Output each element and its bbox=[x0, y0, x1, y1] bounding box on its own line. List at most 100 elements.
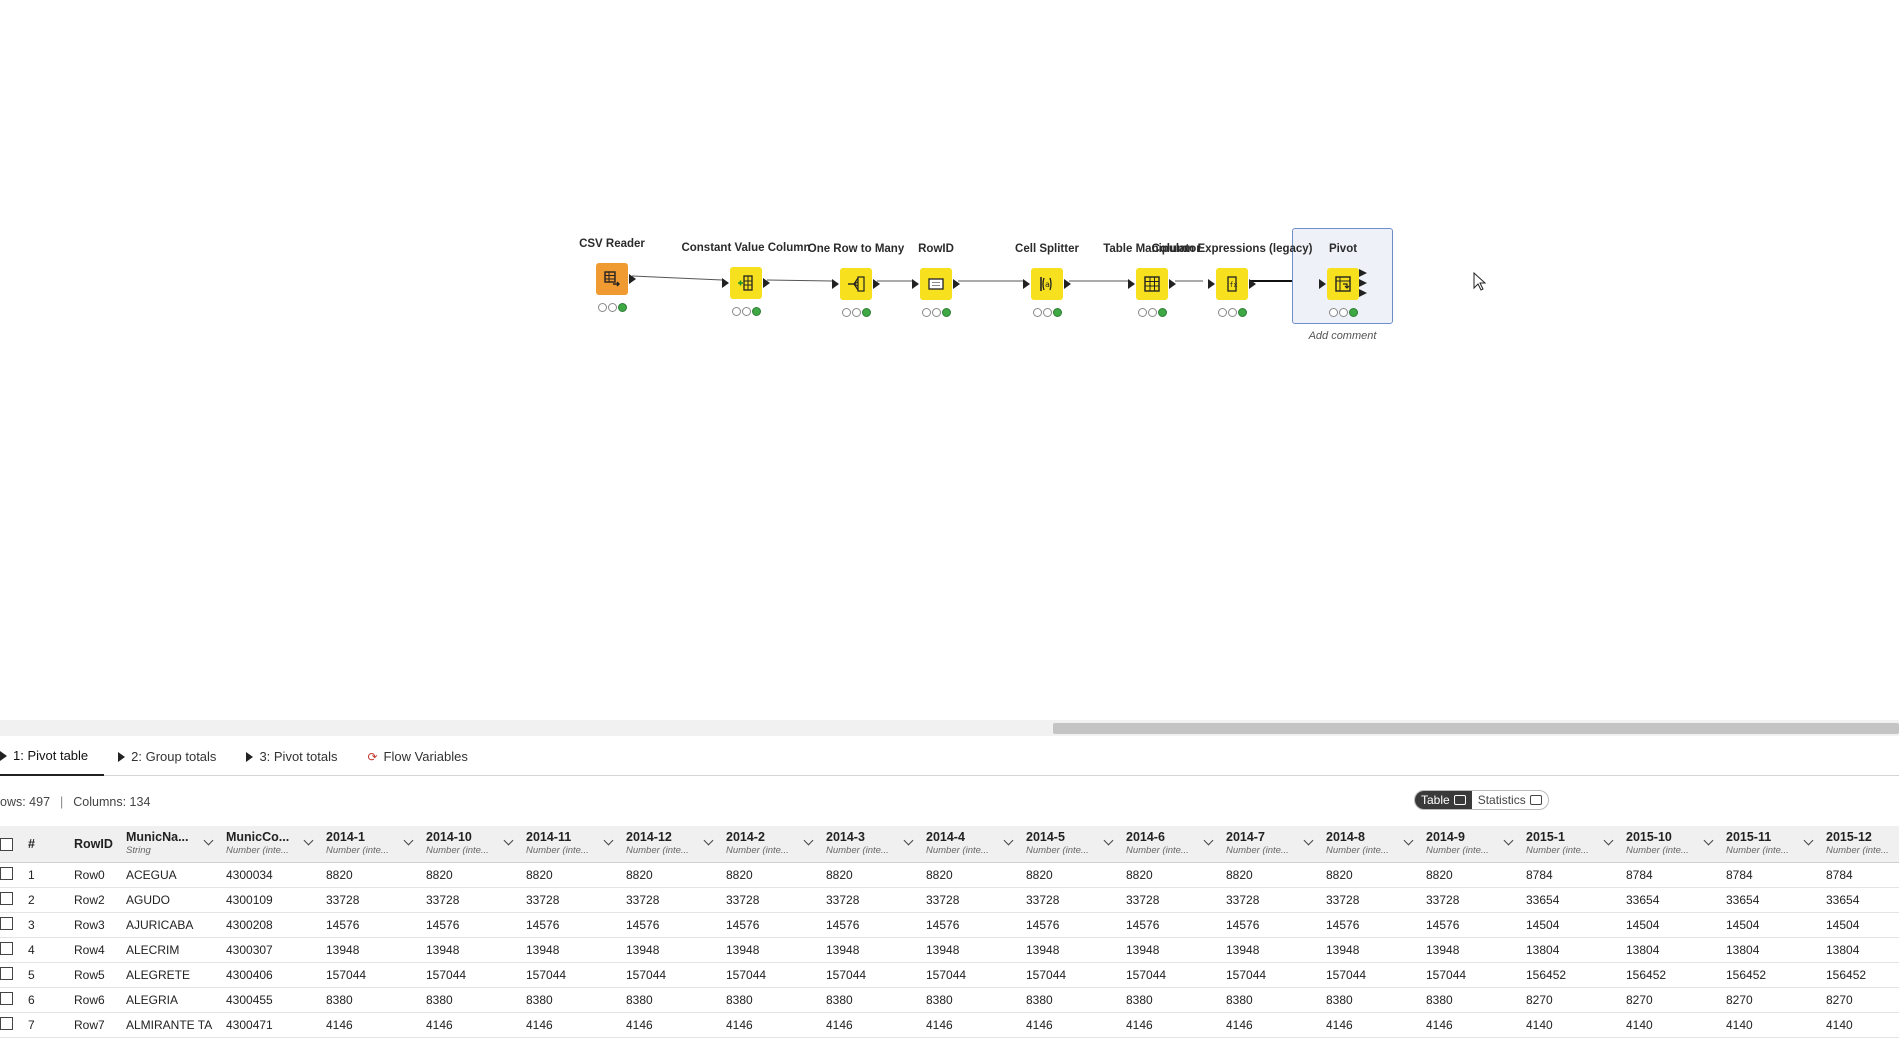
column-header[interactable]: RowID bbox=[68, 826, 120, 862]
tab-pivot-table[interactable]: 1: Pivot table bbox=[0, 738, 105, 776]
table-body: 1 Row0 ACEGUA 4300034 8820 8820 8820 8820 8820 88… bbox=[0, 863, 1899, 1038]
table-cell: 4300307 bbox=[226, 943, 273, 957]
column-header[interactable]: MunicNa... String bbox=[120, 826, 220, 862]
table-row[interactable]: 6 Row6 ALEGRIA 4300455 8380 8380 8380 8380 8380 8… bbox=[0, 988, 1899, 1013]
toggle-statistics[interactable]: Statistics bbox=[1472, 791, 1548, 809]
column-header[interactable]: 2014-5 Number (inte... bbox=[1020, 826, 1120, 862]
column-header[interactable]: 2015-1 Number (inte... bbox=[1520, 826, 1620, 862]
table-cell: Row6 bbox=[74, 993, 105, 1007]
row-checkbox[interactable] bbox=[0, 892, 22, 908]
column-header[interactable]: 2014-8 Number (inte... bbox=[1320, 826, 1420, 862]
cell-splitter-icon[interactable]: a bbox=[1031, 268, 1063, 300]
table-cell: 4146 bbox=[626, 1018, 653, 1032]
table-cell: 13804 bbox=[1626, 943, 1660, 957]
table-cell: 8380 bbox=[1126, 993, 1153, 1007]
connection-1[interactable] bbox=[631, 275, 723, 281]
table-row[interactable]: 2 Row2 AGUDO 4300109 33728 33728 33728 33728 337… bbox=[0, 888, 1899, 913]
column-type: Number (inte... bbox=[1726, 845, 1789, 856]
rowid-icon[interactable] bbox=[920, 268, 952, 300]
select-all-checkbox[interactable] bbox=[0, 826, 22, 862]
input-port[interactable] bbox=[912, 279, 919, 289]
output-port[interactable] bbox=[763, 278, 770, 288]
column-header[interactable]: 2014-11 Number (inte... bbox=[520, 826, 620, 862]
table-row[interactable]: 5 Row5 ALEGRETE 4300406 157044 157044 157044 15… bbox=[0, 963, 1899, 988]
row-checkbox[interactable] bbox=[0, 917, 22, 933]
toggle-table[interactable]: Table bbox=[1415, 791, 1472, 809]
table-cell: 4140 bbox=[1726, 1018, 1753, 1032]
output-port[interactable] bbox=[953, 279, 960, 289]
connection-2[interactable] bbox=[766, 279, 833, 282]
table-cell: 8820 bbox=[626, 868, 653, 882]
column-expressions-icon[interactable]: fx bbox=[1216, 268, 1248, 300]
window-icon bbox=[1453, 795, 1466, 805]
output-port[interactable] bbox=[873, 279, 880, 289]
table-row[interactable]: 1 Row0 ACEGUA 4300034 8820 8820 8820 8820 8820 88… bbox=[0, 863, 1899, 888]
one-row-to-many-icon[interactable] bbox=[840, 268, 872, 300]
column-header[interactable]: 2014-2 Number (inte... bbox=[720, 826, 820, 862]
input-port[interactable] bbox=[1208, 279, 1215, 289]
input-port[interactable] bbox=[1128, 279, 1135, 289]
input-port[interactable] bbox=[832, 279, 839, 289]
table-cell: 8380 bbox=[626, 993, 653, 1007]
table-row[interactable]: 3 Row3 AJURICABA 4300208 14576 14576 14576 1457… bbox=[0, 913, 1899, 938]
table-cell: 4140 bbox=[1526, 1018, 1553, 1032]
workflow-canvas[interactable]: CSV Reader Constant Value Column One Row… bbox=[0, 0, 1899, 720]
table-row[interactable]: 4 Row4 ALECRIM 4300307 13948 13948 13948 13948 1… bbox=[0, 938, 1899, 963]
row-checkbox[interactable] bbox=[0, 967, 22, 983]
pivot-icon[interactable] bbox=[1327, 268, 1359, 300]
tab-group-totals[interactable]: 2: Group totals bbox=[118, 738, 232, 776]
row-checkbox[interactable] bbox=[0, 942, 22, 958]
view-toggle[interactable]: Table Statistics bbox=[1414, 790, 1549, 810]
column-header[interactable]: 2014-12 Number (inte... bbox=[620, 826, 720, 862]
row-checkbox[interactable] bbox=[0, 1017, 22, 1033]
add-comment-link[interactable]: Add comment bbox=[1292, 330, 1393, 342]
triangle-right-icon bbox=[118, 751, 126, 762]
input-port[interactable] bbox=[1319, 279, 1326, 289]
column-header[interactable]: 2014-4 Number (inte... bbox=[920, 826, 1020, 862]
column-header[interactable]: 2014-1 Number (inte... bbox=[320, 826, 420, 862]
column-header[interactable]: 2015-12 Number (inte... bbox=[1820, 826, 1899, 862]
output-port[interactable] bbox=[1249, 279, 1256, 289]
column-header[interactable]: 2015-10 Number (inte... bbox=[1620, 826, 1720, 862]
table-cell: 4140 bbox=[1826, 1018, 1853, 1032]
column-header[interactable]: 2015-11 Number (inte... bbox=[1720, 826, 1820, 862]
column-header[interactable]: 2014-10 Number (inte... bbox=[420, 826, 520, 862]
input-port[interactable] bbox=[722, 278, 729, 288]
column-header[interactable]: 2014-7 Number (inte... bbox=[1220, 826, 1320, 862]
output-port[interactable] bbox=[1169, 279, 1176, 289]
canvas-horizontal-scrollbar[interactable] bbox=[0, 720, 1899, 736]
column-header[interactable]: 2014-9 Number (inte... bbox=[1420, 826, 1520, 862]
table-cell: 8380 bbox=[726, 993, 753, 1007]
table-cell: 8820 bbox=[1326, 868, 1353, 882]
tab-label: 3: Pivot totals bbox=[259, 749, 338, 764]
table-row[interactable]: 7 Row7 ALMIRANTE TA 4300471 4146 4146 4146 4146… bbox=[0, 1013, 1899, 1038]
column-type: Number (inte... bbox=[526, 845, 589, 856]
constant-value-icon[interactable] bbox=[730, 267, 762, 299]
column-header[interactable]: 2014-6 Number (inte... bbox=[1120, 826, 1220, 862]
table-cell: ALEGRIA bbox=[126, 993, 179, 1007]
node-status bbox=[840, 308, 872, 320]
output-port[interactable] bbox=[629, 274, 636, 284]
data-table[interactable]: # RowID MunicNa... String MunicCo... Number (… bbox=[0, 826, 1899, 1043]
scrollbar-thumb[interactable] bbox=[1053, 723, 1899, 734]
column-header[interactable]: MunicCo... Number (inte... bbox=[220, 826, 320, 862]
column-header[interactable]: # bbox=[22, 826, 68, 862]
csv-reader-icon[interactable] bbox=[596, 263, 628, 295]
column-header[interactable]: 2014-3 Number (inte... bbox=[820, 826, 920, 862]
toggle-statistics-label: Statistics bbox=[1477, 793, 1526, 807]
column-name: # bbox=[28, 837, 35, 851]
table-cell: 13948 bbox=[1226, 943, 1260, 957]
tab-pivot-totals[interactable]: 3: Pivot totals bbox=[246, 738, 353, 776]
table-cell: 33728 bbox=[1226, 893, 1260, 907]
output-port[interactable] bbox=[1064, 279, 1071, 289]
row-checkbox[interactable] bbox=[0, 867, 22, 883]
pivot-output-ports[interactable] bbox=[1359, 267, 1371, 299]
table-cell: 8270 bbox=[1826, 993, 1853, 1007]
table-cell: 14504 bbox=[1526, 918, 1560, 932]
row-checkbox[interactable] bbox=[0, 992, 22, 1008]
table-manipulator-icon[interactable] bbox=[1136, 268, 1168, 300]
tab-flow-variables[interactable]: ⟳ Flow Variables bbox=[367, 738, 483, 776]
table-cell: 4300034 bbox=[226, 868, 273, 882]
input-port[interactable] bbox=[1023, 279, 1030, 289]
table-cell: 13948 bbox=[326, 943, 360, 957]
